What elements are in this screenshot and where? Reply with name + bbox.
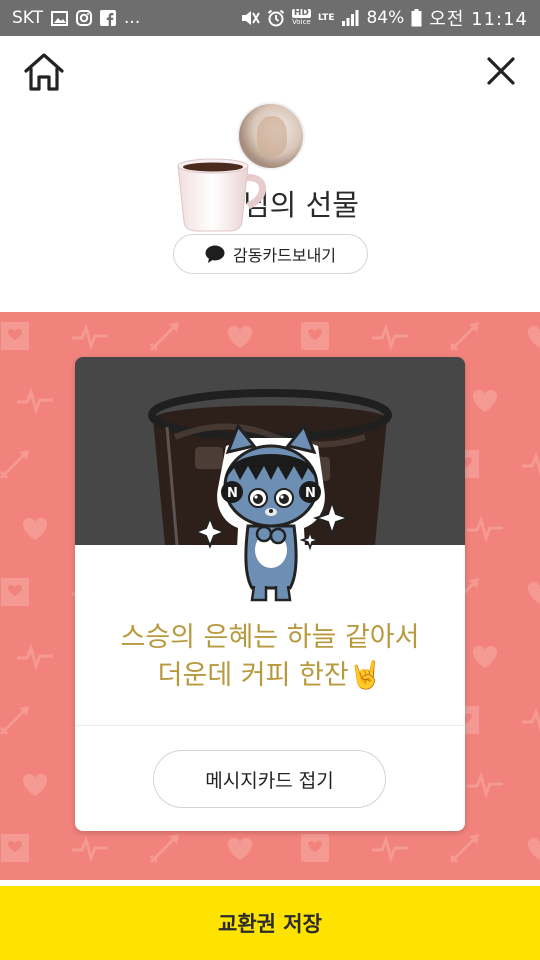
lte-label: LTE [317,12,335,23]
lte-icon: LTE [317,12,335,23]
mute-icon [240,10,260,26]
gift-message: 스승의 은혜는 하늘 같아서 더운데 커피 한잔🤘 [75,619,465,695]
carrier-label: SKT [12,8,44,28]
pattern-envelope-icon [1,322,29,350]
card-divider [75,725,465,726]
pattern-pulse-icon [467,515,503,543]
gift-message-line-1: 스승의 은혜는 하늘 같아서 [120,622,420,653]
gift-message-line-2: 더운데 커피 한잔🤘 [157,660,383,691]
pattern-heart-icon [528,582,540,604]
pattern-heart-icon [472,390,498,412]
chat-bubble-icon [205,245,225,263]
pattern-pulse-icon [522,707,540,733]
pattern-pulse-icon [17,643,53,671]
pattern-arrow-icon [449,834,479,864]
hd-voice-icon: HD Voice [291,8,311,27]
pattern-arrow-icon [449,322,479,352]
save-voucher-button[interactable]: 교환권 저장 [0,886,540,960]
fold-message-card-label: 메시지카드 접기 [205,769,334,792]
home-icon [24,53,64,91]
close-icon [487,57,515,85]
pattern-arrow-icon [149,834,179,864]
pattern-pulse-icon [372,835,408,863]
facebook-icon [100,10,117,26]
pattern-heart-icon [227,838,253,860]
coffee-cup-icon [177,158,267,232]
pattern-arrow-icon [0,450,29,480]
send-card-button[interactable]: 감동카드보내기 [173,234,368,274]
pattern-envelope-icon [1,834,29,862]
more-notifications: ... [124,8,141,28]
pattern-envelope-icon [1,578,29,606]
save-voucher-label: 교환권 저장 [218,912,322,936]
battery-icon [411,9,422,27]
gallery-icon [51,10,69,26]
pattern-envelope-icon [301,834,329,862]
fold-message-card-button[interactable]: 메시지카드 접기 [153,750,386,808]
pattern-heart-icon [528,326,540,348]
pattern-pulse-icon [522,451,540,477]
pattern-pulse-icon [17,387,53,415]
clock: 오전 11:14 [429,9,528,30]
instagram-icon [76,10,93,26]
status-bar: SKT ... HD Voice LTE 84% 오전 11:14 [0,0,540,36]
pattern-pulse-icon [72,835,108,863]
svg-text:N: N [227,486,238,501]
alarm-icon [267,9,285,27]
character-sticker: N N [193,423,352,602]
signal-icon [341,10,359,26]
pattern-heart-icon [22,774,48,796]
pattern-heart-icon [472,646,498,668]
pattern-heart-icon [528,838,540,860]
home-button[interactable] [22,52,66,92]
pattern-envelope-icon [301,322,329,350]
gift-header: 님의 선물 감동카드보내기 [0,36,540,312]
pattern-arrow-icon [0,706,29,736]
pattern-heart-icon [22,518,48,540]
pattern-pulse-icon [372,323,408,351]
pattern-heart-icon [227,326,253,348]
hd-label: HD [291,8,311,18]
svg-text:N: N [305,486,316,501]
close-button[interactable] [484,54,518,88]
send-card-label: 감동카드보내기 [232,246,337,265]
voice-label: Voice [292,18,311,26]
pattern-pulse-icon [72,323,108,351]
pattern-arrow-icon [149,322,179,352]
pattern-pulse-icon [467,771,503,799]
battery-percent: 84% [366,8,405,28]
